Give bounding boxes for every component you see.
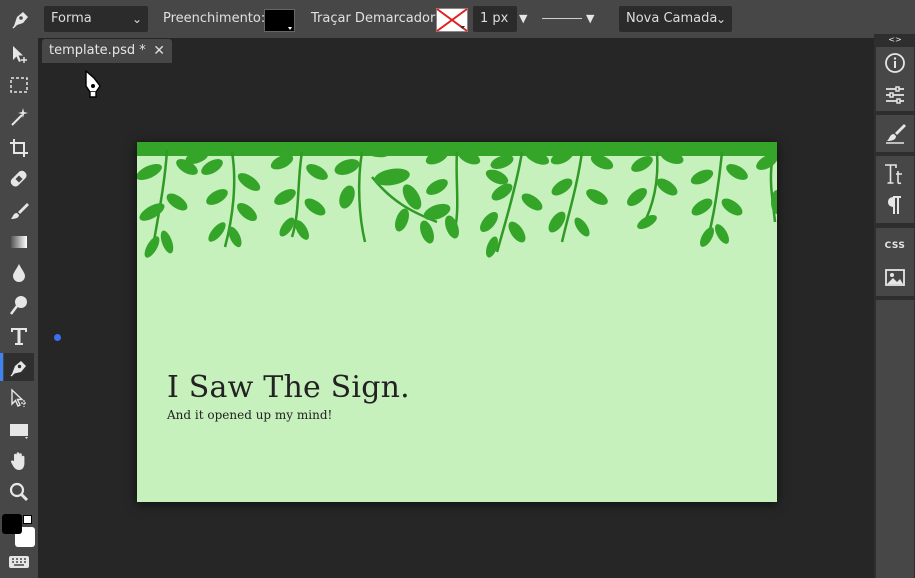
move-tool-icon: [13, 46, 27, 63]
crop-icon: [10, 139, 28, 157]
shape-mode-select[interactable]: Forma ⌄: [44, 6, 148, 32]
healing-icon: [10, 170, 27, 187]
hand-tool[interactable]: [4, 447, 34, 475]
fill-color-swatch[interactable]: [264, 9, 295, 32]
brush-settings-button[interactable]: [876, 118, 914, 148]
stroke-color-swatch[interactable]: [436, 8, 468, 32]
image-icon: [885, 269, 905, 286]
swap-colors-icon[interactable]: [23, 515, 32, 524]
rectangle-shape-tool[interactable]: [4, 416, 34, 444]
paragraph-button[interactable]: [876, 190, 914, 220]
info-button[interactable]: [876, 48, 914, 78]
blur-icon: [13, 264, 25, 282]
zoom-icon: [9, 482, 29, 502]
gradient-icon: [11, 236, 27, 248]
character-icon: [885, 164, 902, 185]
right-panel-group-3: [876, 156, 914, 223]
stroke-line-preview: [542, 18, 582, 19]
stroke-width-dropdown-icon[interactable]: ▼: [519, 12, 531, 26]
layer-mode-value: Nova Camada: [626, 11, 718, 26]
canvas-subline-text[interactable]: And it opened up my mind!: [167, 408, 332, 422]
brush-settings-icon: [886, 124, 906, 144]
chevron-down-icon: ⌄: [716, 12, 727, 26]
panel-collapse-toggle[interactable]: <>: [880, 34, 910, 46]
css-label: CSS: [884, 241, 906, 251]
current-tool-pen-icon[interactable]: [8, 6, 34, 32]
pen-cursor-icon: [84, 69, 106, 102]
right-panel-empty-area: [876, 300, 914, 578]
document-canvas[interactable]: I Saw The Sign. And it opened up my mind…: [137, 142, 777, 502]
stroke-style-select[interactable]: ▼: [539, 8, 601, 30]
marquee-tool-icon: [10, 77, 28, 93]
keyboard-button[interactable]: [4, 550, 34, 574]
stroke-width-field[interactable]: 1 px: [473, 6, 517, 32]
keyboard-icon: [9, 556, 29, 568]
right-panel-group-1: [876, 47, 914, 111]
marquee-tool[interactable]: [4, 71, 34, 99]
right-panel-group-2: [876, 115, 914, 152]
gradient-tool[interactable]: [4, 228, 34, 256]
path-select-icon: [11, 388, 27, 407]
path-select-tool[interactable]: [4, 384, 34, 412]
foreground-color-swatch[interactable]: [2, 514, 22, 534]
shape-mode-value: Forma: [51, 11, 92, 26]
stroke-label: Traçar Demarcador:: [311, 11, 440, 26]
crop-tool[interactable]: [4, 134, 34, 162]
stroke-width-value: 1 px: [480, 11, 509, 26]
rectangle-shape-icon: [10, 424, 28, 439]
right-panel-group-4: CSS: [876, 228, 914, 296]
pen-tool[interactable]: [0, 353, 34, 381]
canvas-headline-text[interactable]: I Saw The Sign.: [167, 370, 410, 405]
layer-mode-select[interactable]: Nova Camada ⌄: [619, 6, 732, 32]
blur-tool[interactable]: [4, 259, 34, 287]
close-icon[interactable]: ✕: [153, 39, 165, 63]
dodge-icon: [10, 296, 27, 315]
adjustments-icon: [886, 86, 904, 104]
pen-tool-icon: [10, 361, 26, 377]
brush-icon: [11, 203, 29, 219]
character-button[interactable]: [876, 159, 914, 189]
fill-label: Preenchimento:: [163, 11, 266, 26]
info-icon: [885, 53, 905, 73]
brush-tool[interactable]: [4, 197, 34, 225]
document-tab-title: template.psd *: [49, 43, 146, 58]
foreground-background-colors[interactable]: [1, 512, 38, 549]
css-button[interactable]: CSS: [876, 231, 914, 261]
adjustments-button[interactable]: [876, 80, 914, 110]
chevron-down-icon: ▼: [586, 12, 595, 25]
move-tool[interactable]: [4, 40, 34, 68]
type-tool-icon: [11, 328, 27, 345]
chevron-down-icon: ⌄: [132, 12, 143, 26]
paragraph-icon: [888, 196, 901, 214]
document-tab[interactable]: template.psd * ✕: [42, 39, 172, 63]
type-tool[interactable]: [4, 322, 34, 350]
dodge-tool[interactable]: [4, 291, 34, 319]
image-button[interactable]: [876, 263, 914, 293]
hand-icon: [10, 452, 25, 470]
leaf-garland-illustration: [137, 142, 777, 258]
healing-tool[interactable]: [4, 165, 34, 193]
path-anchor-point[interactable]: [54, 334, 61, 341]
magic-wand-icon: [11, 108, 28, 126]
magic-wand-tool[interactable]: [4, 103, 34, 131]
zoom-tool[interactable]: [4, 478, 34, 506]
